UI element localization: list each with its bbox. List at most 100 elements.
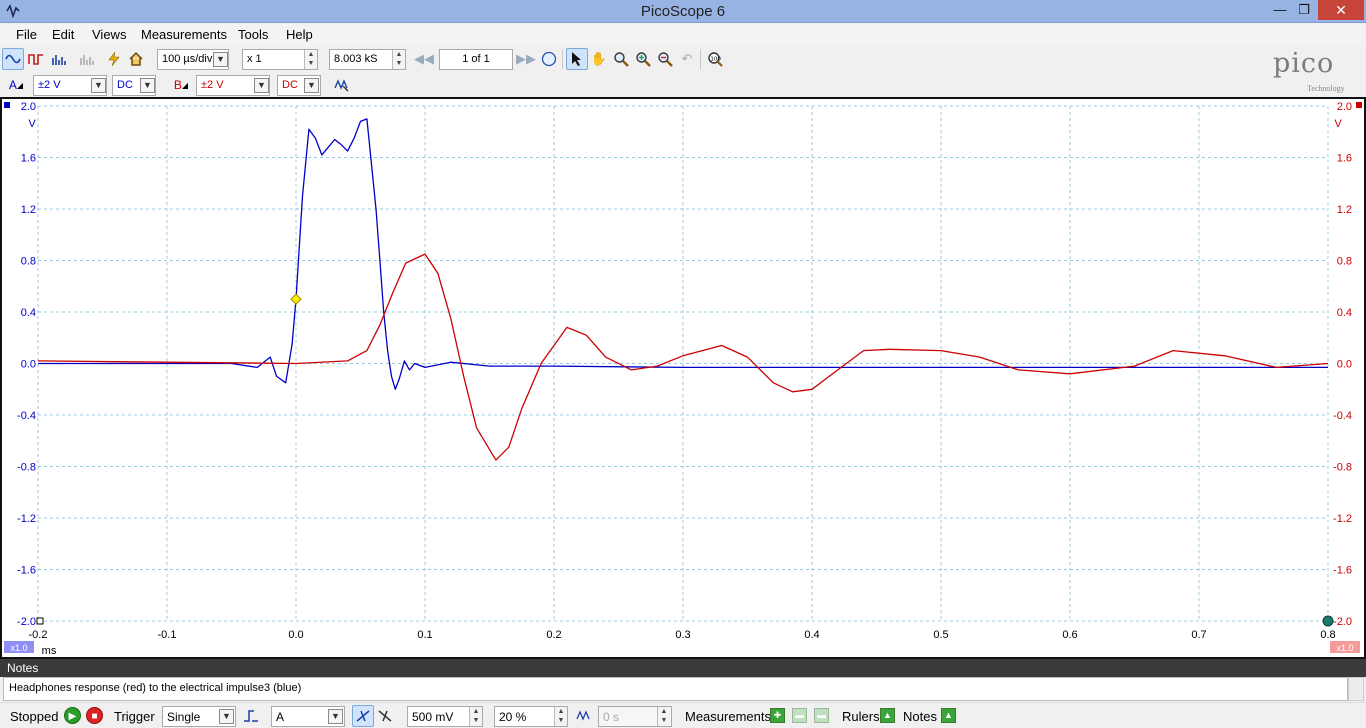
channel-a-coupling: DC	[117, 79, 133, 91]
math-channels-icon[interactable]	[331, 74, 353, 96]
next-page-icon[interactable]: ▶▶	[515, 48, 537, 70]
scope-view[interactable]: -0.2 -0.1 0.0 0.1 0.2 0.3 0.4 0.5 0.6 0.7 0.8 2.0 1.…	[0, 97, 1366, 659]
scope-mode-icon[interactable]	[2, 48, 24, 70]
pretrigger-spinner-icon[interactable]: ▲ ▼	[554, 707, 567, 726]
main-toolbar: 100 µs/div ▼ x 1 ▲ ▼ 8.003 kS ▲ ▼ ◀◀ 1 of …	[0, 46, 1366, 72]
notes-toggle-icon[interactable]: ▲	[941, 708, 956, 723]
channel-a-options-button[interactable]: A ◢	[3, 74, 29, 96]
stop-icon[interactable]: ■	[86, 707, 103, 724]
samples-spinner-icon[interactable]: ▲ ▼	[392, 50, 405, 69]
probe-label-left: x1.0	[10, 643, 27, 653]
spectrum-mode-icon[interactable]	[48, 48, 70, 70]
y-tick-label-right: 1.6	[1337, 153, 1352, 165]
menu-bar: File Edit Views Measurements Tools Help	[0, 24, 1366, 46]
zoom-out-icon[interactable]	[654, 48, 676, 70]
notes-title: Notes	[7, 661, 39, 675]
y-tick-label-right: -0.4	[1333, 410, 1352, 422]
y-tick-label-left: -2.0	[17, 616, 36, 628]
y-tick-label-left: -1.6	[17, 565, 36, 577]
pico-logo: pico Technology	[1270, 48, 1364, 94]
window-title: PicoScope 6	[640, 3, 726, 20]
minimize-icon[interactable]: —	[1270, 2, 1290, 23]
trigger-source-dropdown-icon[interactable]: ▼	[328, 709, 343, 724]
logo-text: pico	[1273, 48, 1335, 79]
y-tick-label-right: -1.2	[1333, 513, 1352, 525]
trigger-source: A	[276, 710, 285, 724]
separator	[700, 49, 701, 69]
y-tick-label-left: 0.8	[21, 256, 36, 268]
zoom-in-icon[interactable]	[632, 48, 654, 70]
menu-help[interactable]: Help	[286, 27, 313, 42]
trigger-edge-icon[interactable]	[240, 705, 262, 727]
trigger-mode-dropdown-icon[interactable]: ▼	[219, 709, 234, 724]
start-icon[interactable]: ▶	[64, 707, 81, 724]
pointer-tool-icon[interactable]	[566, 48, 588, 70]
falling-edge-icon[interactable]	[374, 705, 396, 727]
notes-textbox[interactable]: Headphones response (red) to the electri…	[3, 677, 1348, 701]
zoom-spinner-icon[interactable]: ▲ ▼	[304, 50, 317, 69]
x-tick-label: 0.7	[1191, 629, 1206, 641]
home-icon[interactable]	[125, 48, 147, 70]
undo-zoom-icon[interactable]: ↶	[676, 48, 698, 70]
separator	[562, 49, 563, 69]
hand-tool-icon[interactable]: ✋	[588, 48, 610, 70]
notes-text: Headphones response (red) to the electri…	[9, 682, 302, 694]
spectrum-disabled-icon	[76, 48, 98, 70]
timebase-value: 100 µs/div	[162, 53, 213, 65]
first-page-icon[interactable]: ◀◀	[413, 48, 435, 70]
close-icon[interactable]: ✕	[1318, 0, 1364, 20]
menu-views[interactable]: Views	[92, 27, 126, 42]
y-tick-label-right: 0.0	[1337, 359, 1352, 371]
x-tick-label: -0.2	[29, 629, 48, 641]
menu-file[interactable]: File	[16, 27, 37, 42]
channel-a-range-dropdown-icon[interactable]: ▼	[91, 78, 106, 93]
pointer-icon: ◢	[16, 80, 24, 90]
y-tick-label-left: 2.0	[21, 101, 36, 113]
persistence-mode-icon[interactable]	[25, 48, 47, 70]
channel-a-coupling-dropdown-icon[interactable]: ▼	[140, 78, 155, 93]
pretrigger-value: 20 %	[499, 710, 527, 724]
timebase-dropdown-icon[interactable]: ▼	[213, 52, 228, 67]
channel-b-coupling-dropdown-icon[interactable]: ▼	[304, 78, 319, 93]
channel-b-range-dropdown-icon[interactable]: ▼	[254, 78, 269, 93]
channel-b-options-button[interactable]: B ◢	[168, 74, 194, 96]
channel-b-marker	[1356, 102, 1362, 108]
notes-scrollbar[interactable]	[1348, 677, 1364, 701]
add-measurement-icon[interactable]: ✚	[770, 708, 785, 723]
page-field[interactable]: 1 of 1	[439, 49, 513, 70]
rulers-toggle-icon[interactable]: ▲	[880, 708, 895, 723]
zoom-overview-icon[interactable]: 100	[704, 48, 726, 70]
x-tick-label: 0.0	[288, 629, 303, 641]
status-bar: Stopped ▶ ■ Trigger Single ▼ A ▼ 500 mV …	[0, 702, 1366, 728]
rising-edge-icon[interactable]	[352, 705, 374, 727]
x-tick-label: -0.1	[158, 629, 177, 641]
trigger-delay-icon[interactable]	[573, 705, 595, 727]
x-tick-label: 0.4	[804, 629, 819, 641]
scope-plot[interactable]: -0.2 -0.1 0.0 0.1 0.2 0.3 0.4 0.5 0.6 0.7 0.8 2.0 1.…	[2, 99, 1364, 657]
restore-icon[interactable]: ❐	[1294, 2, 1314, 23]
notes-label: Notes	[903, 709, 937, 724]
trigger-marker[interactable]	[290, 293, 302, 305]
y-tick-label-left: 1.6	[21, 153, 36, 165]
navigate-compass-icon[interactable]	[538, 48, 560, 70]
trigger-mode: Single	[167, 710, 201, 724]
logo-subtext: Technology	[1307, 84, 1345, 93]
channel-a-marker	[4, 102, 10, 108]
channel-a-range: ±2 V	[38, 79, 61, 91]
menu-measurements[interactable]: Measurements	[141, 27, 227, 42]
menu-tools[interactable]: Tools	[238, 27, 268, 42]
delay-spinner-icon[interactable]: ▲ ▼	[657, 707, 670, 726]
channel-toolbar: A ◢ ±2 V ▼ DC ▼ B ◢ ±2 V ▼ DC ▼	[0, 73, 1366, 97]
samples-value: 8.003 kS	[334, 53, 378, 65]
ruler-handle[interactable]	[1322, 615, 1334, 627]
page-value: 1 of 1	[462, 53, 490, 65]
menu-edit[interactable]: Edit	[52, 27, 74, 42]
measurements-label: Measurements	[685, 709, 771, 724]
pointer-icon: ◢	[181, 80, 189, 90]
bottom-left-marker	[36, 617, 44, 625]
title-bar: PicoScope 6 — ❐ ✕	[0, 0, 1366, 23]
zoom-select-icon[interactable]	[610, 48, 632, 70]
x-tick-label: 0.1	[417, 629, 432, 641]
threshold-spinner-icon[interactable]: ▲ ▼	[469, 707, 482, 726]
signal-generator-icon[interactable]	[103, 48, 125, 70]
